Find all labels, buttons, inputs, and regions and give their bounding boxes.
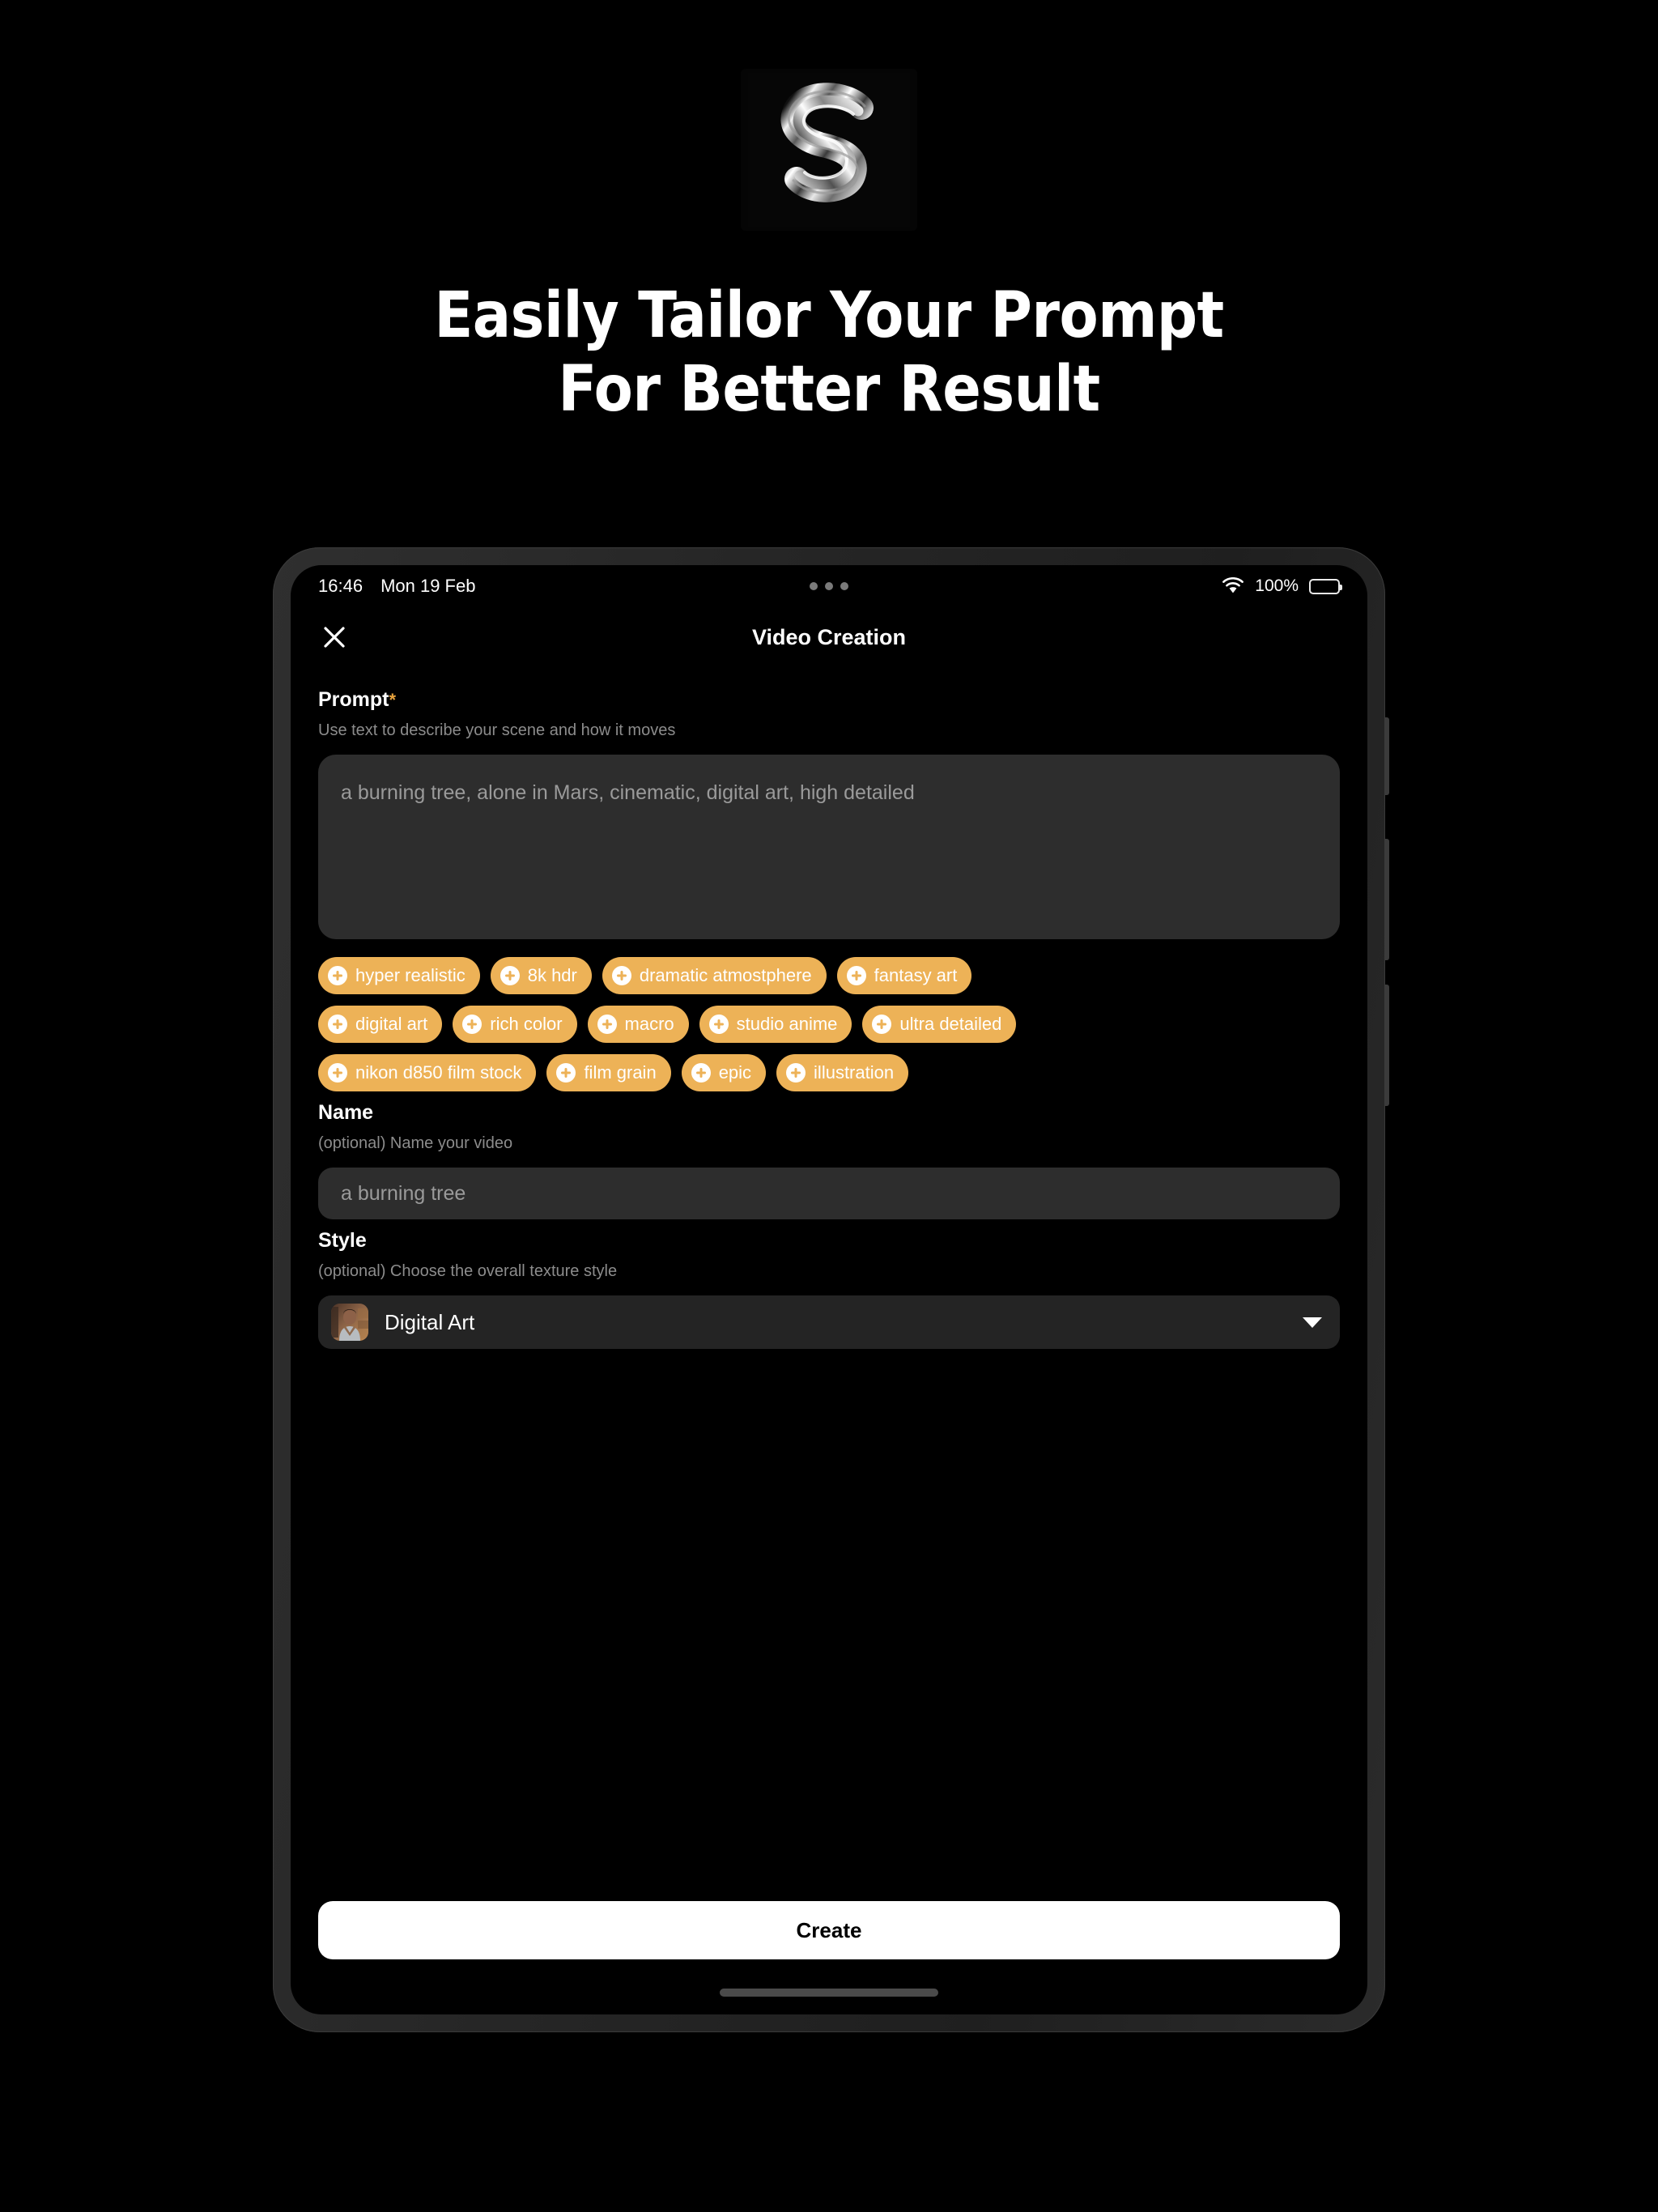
prompt-tag-label: digital art xyxy=(355,1014,428,1034)
plus-icon xyxy=(597,1015,617,1034)
prompt-input-value: a burning tree, alone in Mars, cinematic… xyxy=(341,781,915,804)
plus-icon xyxy=(611,966,631,985)
prompt-tag-chip[interactable]: film grain xyxy=(546,1054,671,1091)
plus-icon xyxy=(462,1015,483,1034)
footer-actions: Create xyxy=(318,1901,1340,1959)
prompt-tag-chip[interactable]: illustration xyxy=(776,1054,909,1091)
plus-icon xyxy=(708,1015,729,1034)
prompt-tag-chip[interactable]: studio anime xyxy=(699,1006,852,1043)
prompt-tag-label: ultra detailed xyxy=(899,1014,1002,1034)
wifi-icon xyxy=(1222,577,1244,593)
device-screen: 16:46 Mon 19 Feb 100% Video Creation Pro… xyxy=(291,565,1367,2014)
plus-icon xyxy=(872,1015,892,1034)
prompt-tag-chip[interactable]: 8k hdr xyxy=(490,957,592,994)
dot xyxy=(840,582,848,590)
device-volume-down-button[interactable] xyxy=(1384,985,1389,1106)
plus-icon xyxy=(691,1063,711,1083)
prompt-tag-chip[interactable]: rich color xyxy=(453,1006,577,1043)
battery-full-icon xyxy=(1309,578,1342,594)
screenshot-root: Easily Tailor Your Prompt For Better Res… xyxy=(0,0,1658,2212)
status-bar-date: Mon 19 Feb xyxy=(380,576,476,596)
home-indicator-icon[interactable] xyxy=(720,1989,938,1997)
prompt-tag-label: 8k hdr xyxy=(527,965,577,985)
name-hint: (optional) Name your video xyxy=(318,1134,513,1152)
status-bar-left: 16:46 Mon 19 Feb xyxy=(318,576,475,597)
prompt-tag-chip[interactable]: macro xyxy=(587,1006,689,1043)
plus-icon xyxy=(328,966,347,985)
prompt-tag-label: fantasy art xyxy=(874,965,958,985)
battery-percent-label: 100% xyxy=(1255,576,1299,595)
name-label: Name xyxy=(318,1101,374,1124)
prompt-tag-chip[interactable]: digital art xyxy=(318,1006,443,1043)
name-input-value: a burning tree xyxy=(341,1181,466,1205)
prompt-tag-chip[interactable]: hyper realistic xyxy=(318,957,480,994)
marketing-headline: Easily Tailor Your Prompt For Better Res… xyxy=(0,279,1658,428)
prompt-tag-chip[interactable]: ultra detailed xyxy=(862,1006,1017,1043)
style-select[interactable]: Digital Art xyxy=(318,1295,1340,1349)
prompt-tag-label: studio anime xyxy=(736,1014,838,1034)
prompt-tag-label: film grain xyxy=(584,1062,657,1083)
prompt-input[interactable]: a burning tree, alone in Mars, cinematic… xyxy=(318,755,1340,939)
prompt-tag-chip[interactable]: epic xyxy=(681,1054,767,1091)
prompt-tag-label: macro xyxy=(624,1014,674,1034)
prompt-tag-chip[interactable]: nikon d850 film stock xyxy=(318,1054,537,1091)
prompt-tag-label: nikon d850 film stock xyxy=(355,1062,522,1083)
close-icon xyxy=(324,627,345,648)
style-selected-value: Digital Art xyxy=(385,1309,475,1334)
status-bar: 16:46 Mon 19 Feb 100% xyxy=(291,565,1367,607)
prompt-tag-chip[interactable]: dramatic atmostphere xyxy=(602,957,827,994)
headline-line-1: Easily Tailor Your Prompt xyxy=(434,279,1224,352)
plus-icon xyxy=(786,1063,806,1083)
style-label: Style xyxy=(318,1229,367,1252)
required-marker: * xyxy=(389,690,397,710)
tablet-device-frame: 16:46 Mon 19 Feb 100% Video Creation Pro… xyxy=(273,547,1389,2032)
prompt-label: Prompt* xyxy=(318,688,1340,712)
plus-icon xyxy=(846,966,866,985)
plus-icon xyxy=(328,1015,347,1034)
prompt-tag-chip[interactable]: fantasy art xyxy=(836,957,972,994)
chevron-down-icon[interactable] xyxy=(1303,1317,1322,1328)
prompt-tag-label: illustration xyxy=(814,1062,895,1083)
three-dots-indicator-icon xyxy=(810,582,848,590)
app-header: Video Creation xyxy=(291,607,1367,667)
create-button[interactable]: Create xyxy=(318,1901,1340,1959)
prompt-tag-label: dramatic atmostphere xyxy=(639,965,812,985)
status-bar-time: 16:46 xyxy=(318,576,363,596)
style-portrait-thumbnail-icon xyxy=(331,1304,368,1341)
video-creation-form: Prompt* Use text to describe your scene … xyxy=(291,667,1367,1349)
status-bar-right: 100% xyxy=(1222,576,1342,596)
dot xyxy=(810,582,818,590)
prompt-tag-label: epic xyxy=(718,1062,752,1083)
page-title: Video Creation xyxy=(751,624,907,649)
device-power-button[interactable] xyxy=(1384,717,1389,795)
prompt-hint: Use text to describe your scene and how … xyxy=(318,721,676,739)
prompt-tag-label: hyper realistic xyxy=(355,965,466,985)
plus-icon xyxy=(556,1063,576,1083)
name-input[interactable]: a burning tree xyxy=(318,1168,1340,1219)
plus-icon xyxy=(500,966,520,985)
prompt-label-text: Prompt xyxy=(318,688,389,711)
plus-icon xyxy=(328,1063,347,1083)
dot xyxy=(825,582,833,590)
chrome-letter-s-logo-icon xyxy=(741,69,917,231)
headline-line-2: For Better Result xyxy=(558,353,1100,427)
prompt-tag-list: hyper realistic 8k hdr dramatic atmostph… xyxy=(318,957,1039,1091)
device-volume-up-button[interactable] xyxy=(1384,839,1389,960)
close-button[interactable] xyxy=(318,621,351,653)
prompt-tag-label: rich color xyxy=(490,1014,563,1034)
style-hint: (optional) Choose the overall texture st… xyxy=(318,1262,618,1280)
